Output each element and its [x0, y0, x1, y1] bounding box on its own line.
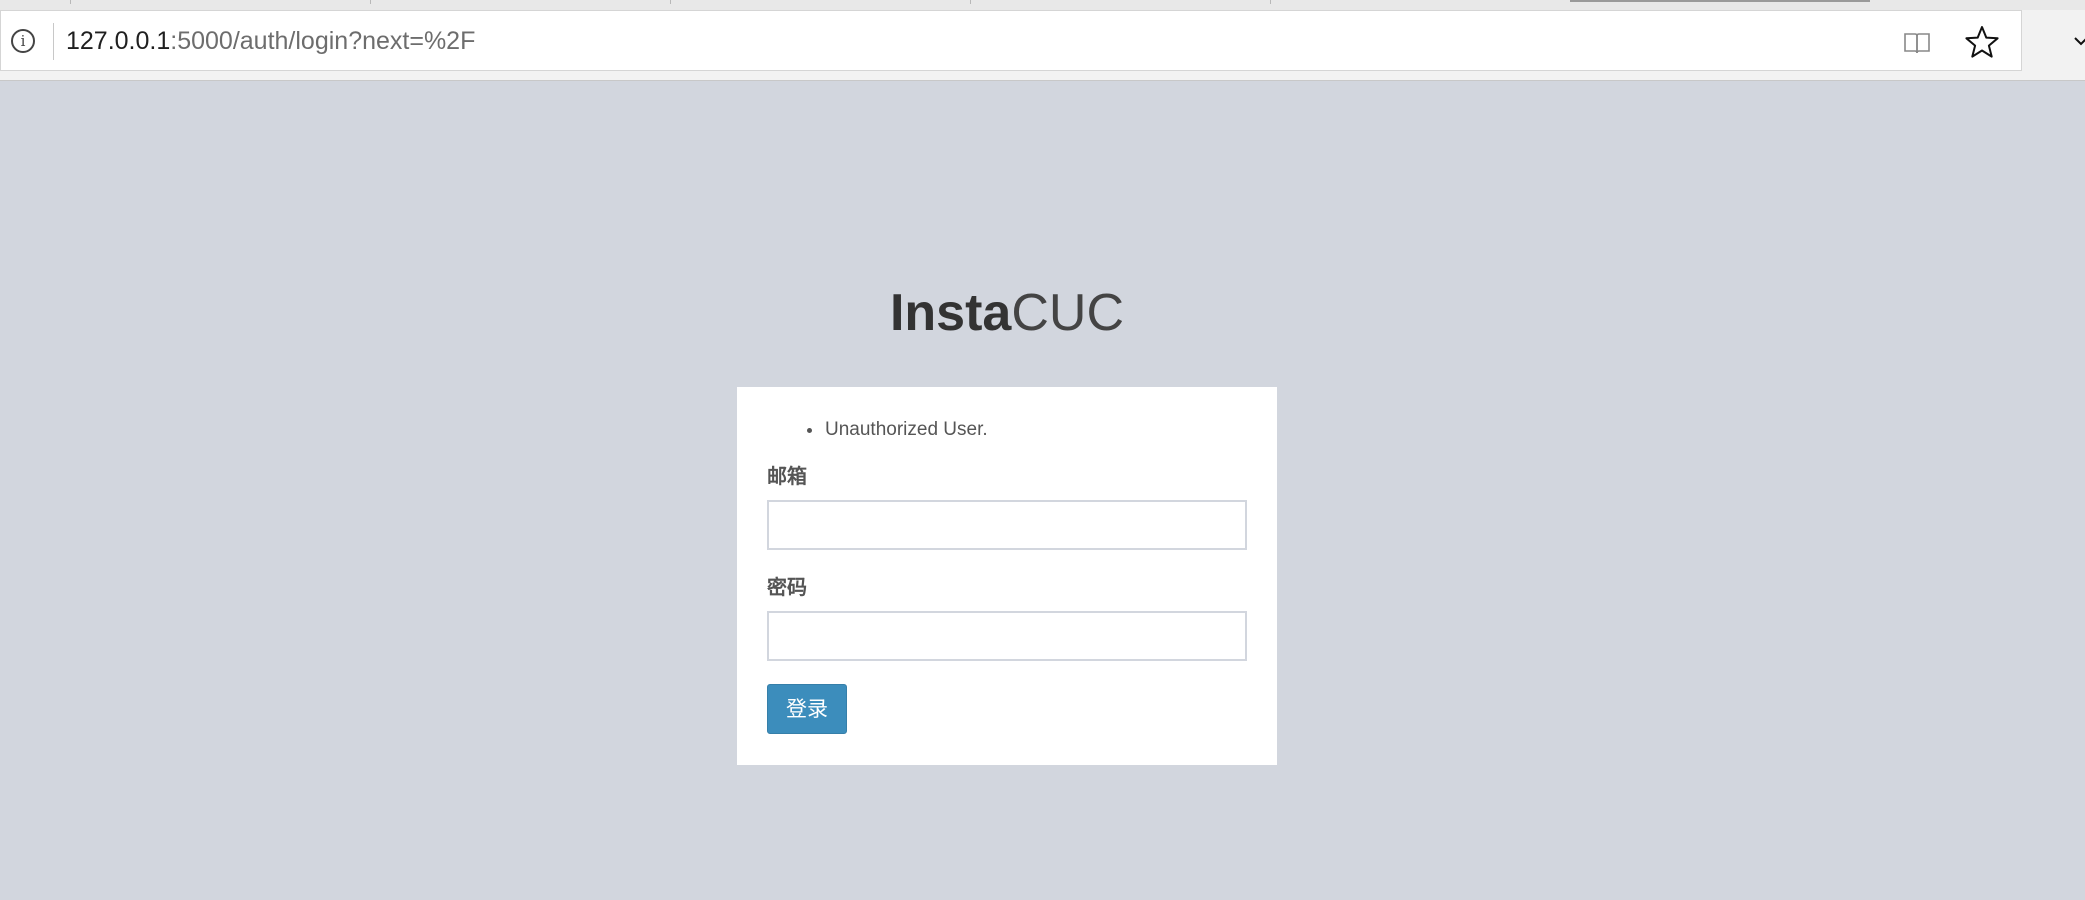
- active-tab-indicator[interactable]: [1570, 0, 1870, 2]
- tab-divider: [1270, 0, 1271, 4]
- password-label: 密码: [767, 575, 807, 599]
- url-path: :5000/auth/login?next=%2F: [170, 27, 476, 55]
- star-icon[interactable]: [1964, 25, 2000, 59]
- tab-divider: [970, 0, 971, 4]
- info-icon[interactable]: i: [11, 29, 35, 53]
- brand-logo[interactable]: InstaCUC: [0, 278, 2014, 348]
- bullet-icon: [807, 428, 812, 433]
- tab-divider: [670, 0, 671, 4]
- email-label: 邮箱: [767, 464, 807, 488]
- flash-message: Unauthorized User.: [807, 417, 988, 443]
- password-field[interactable]: [767, 611, 1247, 661]
- chevron-down-icon[interactable]: [2074, 36, 2085, 46]
- url-text[interactable]: 127.0.0.1:5000/auth/login?next=%2F: [66, 25, 475, 57]
- url-host: 127.0.0.1: [66, 27, 171, 55]
- flash-message-list: Unauthorized User.: [807, 417, 988, 443]
- tab-divider: [370, 0, 371, 4]
- browser-navbar: i 127.0.0.1:5000/auth/login?next=%2F: [0, 10, 2085, 81]
- address-separator: [53, 23, 54, 60]
- email-field[interactable]: [767, 500, 1247, 550]
- flash-message-text: Unauthorized User.: [825, 419, 988, 440]
- login-form: Unauthorized User. 邮箱 密码 登录: [737, 387, 1277, 765]
- login-button[interactable]: 登录: [767, 684, 847, 734]
- brand-light-text: CUC: [1011, 284, 1125, 342]
- address-bar[interactable]: i 127.0.0.1:5000/auth/login?next=%2F: [0, 10, 2022, 71]
- brand-bold-text: Insta: [889, 284, 1012, 342]
- reading-view-icon[interactable]: [1903, 31, 1931, 55]
- tab-divider: [70, 0, 71, 4]
